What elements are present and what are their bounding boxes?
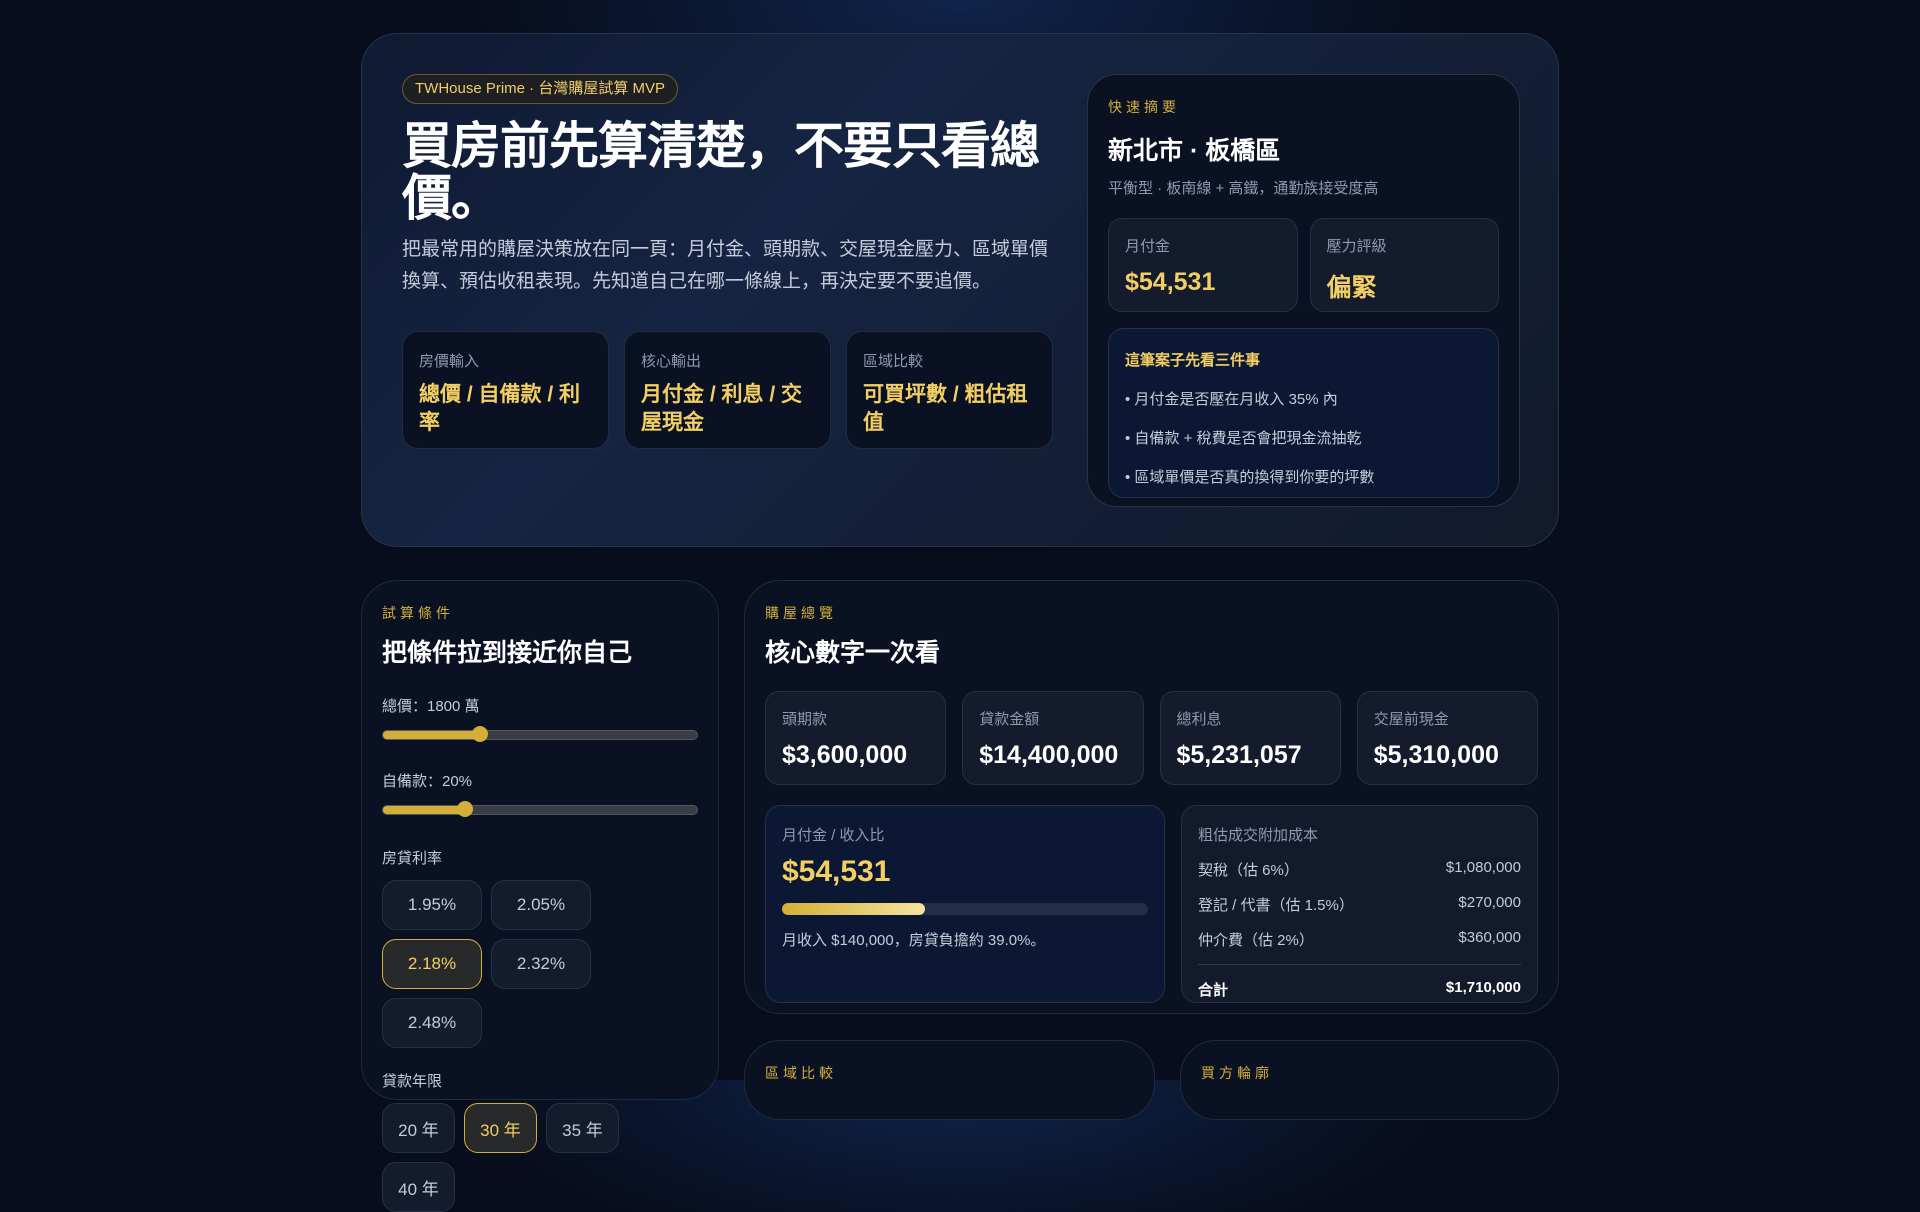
cost-row: 仲介費（估 2%） $360,000 <box>1198 929 1521 950</box>
cost-value: $270,000 <box>1458 894 1521 911</box>
overview-eyebrow: 購屋總覽 <box>765 605 837 621</box>
checklist-item: • 月付金是否壓在月收入 35% 內 <box>1125 391 1338 408</box>
stat-label: 月付金 <box>1125 238 1171 255</box>
checklist-title: 這筆案子先看三件事 <box>1125 352 1261 369</box>
payment-income-ratio-card: 月付金 / 收入比 $54,531 月收入 $140,000，房貸負擔約 39.… <box>765 805 1165 1003</box>
cost-label: 仲介費（估 2%） <box>1198 932 1314 949</box>
costs-title: 粗估成交附加成本 <box>1198 827 1319 844</box>
kpi-label: 總利息 <box>1176 711 1222 728</box>
term-options: 20 年 30 年 35 年 40 年 <box>382 1103 698 1212</box>
kpi-cash-before-handover: 交屋前現金 $5,310,000 <box>1356 691 1538 785</box>
term-option[interactable]: 35 年 <box>546 1103 619 1153</box>
kpi-total-interest: 總利息 $5,231,057 <box>1159 691 1341 785</box>
rate-option[interactable]: 2.05% <box>491 880 591 930</box>
cost-total-row: 合計 $1,710,000 <box>1198 979 1521 1000</box>
term-option[interactable]: 40 年 <box>382 1162 455 1212</box>
feature-label: 區域比較 <box>863 353 924 370</box>
rate-option[interactable]: 2.18% <box>382 939 482 989</box>
down-payment-slider[interactable] <box>382 801 698 817</box>
checklist: 這筆案子先看三件事 • 月付金是否壓在月收入 35% 內 • 自備款 + 稅費是… <box>1108 328 1499 498</box>
quick-summary-card: 快速摘要 新北市 · 板橋區 平衡型 · 板南線 + 高鐵，通勤族接受度高 月付… <box>1087 74 1520 507</box>
hero-panel: TWHouse Prime · 台灣購屋試算 MVP 買房前先算清楚，不要只看總… <box>361 33 1559 547</box>
cost-row: 登記 / 代書（估 1.5%） $270,000 <box>1198 894 1521 915</box>
price-label: 總價：1800 萬 <box>382 698 480 715</box>
cost-value: $1,080,000 <box>1445 859 1521 876</box>
kpi-label: 貸款金額 <box>979 711 1040 728</box>
kpi-value: $3,600,000 <box>782 741 908 769</box>
slider-thumb[interactable] <box>472 726 489 742</box>
stat-label: 壓力評級 <box>1326 238 1387 255</box>
slider-fill <box>383 731 481 739</box>
kpi-down-payment: 頭期款 $3,600,000 <box>765 691 947 785</box>
inputs-title: 把條件拉到接近你自己 <box>382 639 633 667</box>
slider-thumb[interactable] <box>456 801 473 817</box>
checklist-item: • 區域單價是否真的換得到你要的坪數 <box>1125 469 1375 486</box>
summary-eyebrow: 快速摘要 <box>1108 99 1180 115</box>
total-value: $1,710,000 <box>1445 979 1521 996</box>
kpi-label: 交屋前現金 <box>1373 711 1449 728</box>
price-slider[interactable] <box>382 726 698 742</box>
feature-value: 總價 / 自備款 / 利率 <box>419 383 581 434</box>
rate-option[interactable]: 2.32% <box>491 939 591 989</box>
region-eyebrow: 區域比較 <box>765 1065 837 1081</box>
stat-value: $54,531 <box>1125 268 1216 296</box>
ratio-progress-fill <box>782 903 925 915</box>
checklist-item: • 自備款 + 稅費是否會把現金流抽乾 <box>1125 430 1362 447</box>
slider-fill <box>383 806 465 814</box>
feature-card-region: 區域比較可買坪數 / 粗估租值 <box>846 331 1053 449</box>
cost-label: 契稅（估 6%） <box>1198 862 1299 879</box>
feature-label: 房價輸入 <box>419 353 480 370</box>
hero-description: 把最常用的購屋決策放在同一頁：月付金、頭期款、交屋現金壓力、區域單價換算、預估收… <box>402 239 1049 292</box>
summary-location: 新北市 · 板橋區 <box>1108 137 1281 165</box>
inputs-panel: 試算條件 把條件拉到接近你自己 總價：1800 萬 自備款：20% 房貸利率 1… <box>361 580 719 1212</box>
brand-badge: TWHouse Prime · 台灣購屋試算 MVP <box>402 74 679 104</box>
feature-card-input: 房價輸入總價 / 自備款 / 利率 <box>402 331 609 449</box>
down-payment-label: 自備款：20% <box>382 773 473 790</box>
overview-panel: 購屋總覽 核心數字一次看 頭期款 $3,600,000 貸款金額 $14,400,0… <box>744 580 1559 1014</box>
ratio-value: $54,531 <box>782 855 891 888</box>
kpi-value: $5,231,057 <box>1176 741 1302 769</box>
stress-rating-stat: 壓力評級 偏緊 <box>1309 218 1499 312</box>
kpi-value: $14,400,000 <box>979 741 1119 769</box>
hero-title: 買房前先算清楚，不要只看總價。 <box>402 118 1040 226</box>
kpi-loan-amount: 貸款金額 $14,400,000 <box>962 691 1144 785</box>
ratio-label: 月付金 / 收入比 <box>782 827 885 844</box>
extra-costs-card: 粗估成交附加成本 契稅（估 6%） $1,080,000 登記 / 代書（估 1.… <box>1181 805 1538 1003</box>
buyer-eyebrow: 買方輪廓 <box>1201 1065 1273 1081</box>
cost-label: 登記 / 代書（估 1.5%） <box>1198 897 1354 914</box>
term-label: 貸款年限 <box>382 1073 443 1090</box>
term-option[interactable]: 20 年 <box>382 1103 455 1153</box>
cost-value: $360,000 <box>1458 929 1521 946</box>
buyer-profile-panel: 買方輪廓 <box>1180 1040 1559 1120</box>
stat-value: 偏緊 <box>1326 274 1377 302</box>
feature-value: 月付金 / 利息 / 交屋現金 <box>641 383 803 434</box>
kpi-value: $5,310,000 <box>1373 741 1499 769</box>
feature-card-output: 核心輸出月付金 / 利息 / 交屋現金 <box>624 331 831 449</box>
inputs-eyebrow: 試算條件 <box>382 605 454 621</box>
summary-subtitle: 平衡型 · 板南線 + 高鐵，通勤族接受度高 <box>1108 180 1379 197</box>
overview-title: 核心數字一次看 <box>765 639 941 667</box>
total-label: 合計 <box>1198 982 1229 999</box>
feature-label: 核心輸出 <box>641 353 702 370</box>
rate-options: 1.95% 2.05% 2.18% 2.32% 2.48% <box>382 880 698 1048</box>
rate-option[interactable]: 1.95% <box>382 880 482 930</box>
ratio-note: 月收入 $140,000，房貸負擔約 39.0%。 <box>782 932 1046 949</box>
ratio-progress-bar <box>782 903 1148 915</box>
region-compare-panel: 區域比較 <box>744 1040 1155 1120</box>
rate-option[interactable]: 2.48% <box>382 998 482 1048</box>
monthly-payment-stat: 月付金 $54,531 <box>1108 218 1298 312</box>
kpi-label: 頭期款 <box>782 711 828 728</box>
feature-value: 可買坪數 / 粗估租值 <box>863 383 1028 434</box>
divider <box>1198 964 1521 965</box>
rate-label: 房貸利率 <box>382 850 443 867</box>
cost-row: 契稅（估 6%） $1,080,000 <box>1198 859 1521 880</box>
term-option[interactable]: 30 年 <box>464 1103 537 1153</box>
